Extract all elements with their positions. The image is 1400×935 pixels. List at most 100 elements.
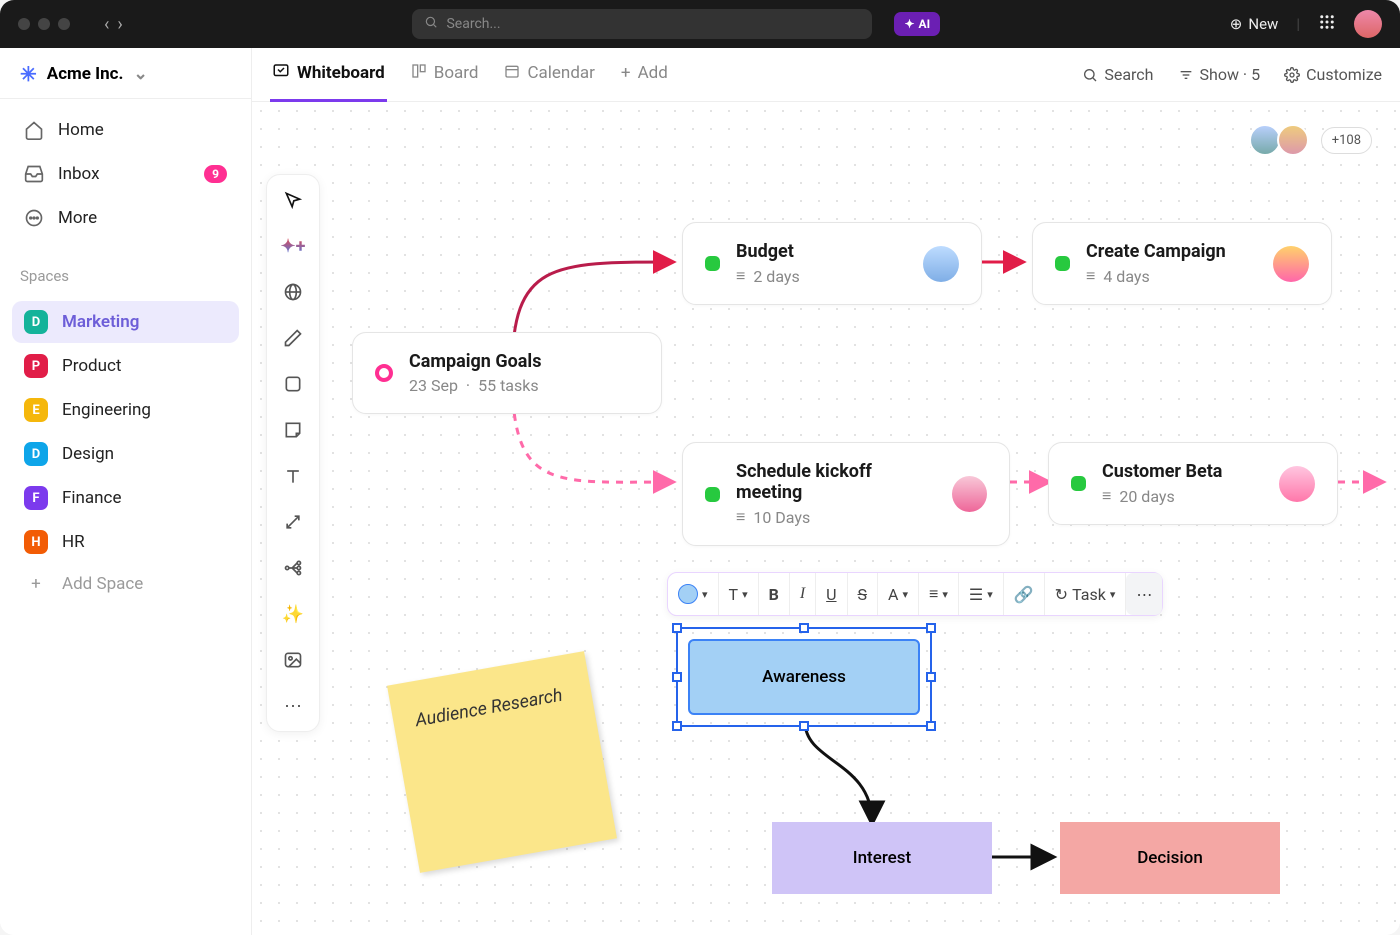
plus-icon: +: [621, 63, 631, 83]
canvas-search-button[interactable]: Search: [1082, 65, 1153, 84]
space-chip: D: [24, 442, 48, 466]
sync-icon: ↻: [1055, 585, 1068, 604]
traffic-min[interactable]: [38, 18, 50, 30]
card-campaign-goals[interactable]: Campaign Goals 23 Sep·55 tasks: [352, 332, 662, 414]
toolbar-more-button[interactable]: ⋯: [1126, 573, 1162, 615]
content-area: Whiteboard Board Calendar +Add Search Sh…: [252, 48, 1400, 935]
text-color-button[interactable]: A▾: [878, 573, 919, 615]
sticky-note[interactable]: Audience Research: [387, 651, 617, 873]
customize-button[interactable]: Customize: [1284, 65, 1382, 84]
assignee-avatar[interactable]: [952, 476, 987, 512]
tool-text[interactable]: [280, 463, 306, 489]
traffic-max[interactable]: [58, 18, 70, 30]
card-title: Customer Beta: [1102, 461, 1222, 482]
assignee-avatar[interactable]: [1273, 246, 1309, 282]
nav-inbox[interactable]: Inbox 9: [12, 153, 239, 195]
bold-button[interactable]: B: [759, 573, 790, 615]
titlebar: ‹ › Search... ✦ AI ⊕ New |: [0, 0, 1400, 48]
tool-magic[interactable]: ✨: [280, 601, 306, 627]
card-budget[interactable]: Budget ≡2 days: [682, 222, 982, 305]
more-icon: [24, 208, 44, 228]
ellipsis-icon: ⋯: [1136, 585, 1152, 604]
nav-home[interactable]: Home: [12, 109, 239, 151]
titlebar-right: ⊕ New |: [1230, 10, 1382, 38]
font-button[interactable]: T▾: [719, 573, 759, 615]
tool-mindmap[interactable]: [280, 555, 306, 581]
tool-more[interactable]: ⋯: [280, 693, 306, 719]
fill-swatch-icon: [678, 584, 698, 604]
show-filter-button[interactable]: Show · 5: [1178, 65, 1261, 84]
spaces-list: DMarketing PProduct EEngineering DDesign…: [0, 291, 251, 613]
traffic-close[interactable]: [18, 18, 30, 30]
nav-forward-button[interactable]: ›: [117, 14, 122, 35]
tab-add[interactable]: +Add: [619, 49, 670, 100]
search-placeholder: Search...: [446, 16, 500, 32]
tool-select[interactable]: [280, 187, 306, 213]
sticky-note-icon: [283, 420, 303, 440]
status-square-icon: [705, 487, 720, 502]
tab-whiteboard[interactable]: Whiteboard: [270, 48, 387, 102]
space-product[interactable]: PProduct: [12, 345, 239, 387]
link-button[interactable]: 🔗: [1004, 573, 1045, 615]
globe-icon: [283, 282, 303, 302]
space-chip: H: [24, 530, 48, 554]
space-design[interactable]: DDesign: [12, 433, 239, 475]
flow-decision[interactable]: Decision: [1060, 822, 1280, 894]
nav-back-button[interactable]: ‹: [104, 14, 109, 35]
tab-calendar[interactable]: Calendar: [502, 49, 596, 101]
space-hr[interactable]: HHR: [12, 521, 239, 563]
collaborator-avatar[interactable]: [1277, 124, 1309, 156]
space-engineering[interactable]: EEngineering: [12, 389, 239, 431]
card-title: Campaign Goals: [409, 351, 541, 372]
whiteboard-canvas[interactable]: +108 ✦+ ✨ ⋯: [252, 102, 1400, 935]
status-ring-icon: [375, 364, 393, 382]
global-search[interactable]: Search...: [412, 9, 872, 39]
tool-sticky[interactable]: [280, 417, 306, 443]
whiteboard-icon: [272, 62, 290, 85]
history-nav: ‹ ›: [104, 14, 123, 35]
tool-pen[interactable]: [280, 325, 306, 351]
card-create-campaign[interactable]: Create Campaign ≡4 days: [1032, 222, 1332, 305]
list-icon: ≡: [1102, 486, 1111, 506]
nav-more[interactable]: More: [12, 197, 239, 239]
tab-board[interactable]: Board: [409, 49, 481, 101]
collaborator-overflow[interactable]: +108: [1321, 127, 1372, 154]
new-button[interactable]: ⊕ New: [1230, 15, 1279, 33]
apps-grid-icon[interactable]: [1318, 13, 1336, 35]
cursor-icon: [283, 190, 303, 210]
workspace-switcher[interactable]: ✳ Acme Inc. ⌄: [0, 48, 251, 99]
italic-button[interactable]: I: [790, 573, 816, 615]
space-marketing[interactable]: DMarketing: [12, 301, 239, 343]
list-button[interactable]: ☰▾: [959, 573, 1004, 615]
tool-ai-generate[interactable]: ✦+: [280, 233, 306, 259]
space-finance[interactable]: FFinance: [12, 477, 239, 519]
card-meta: ≡2 days: [736, 266, 800, 286]
tool-web[interactable]: [280, 279, 306, 305]
search-icon: [424, 15, 438, 33]
card-customer-beta[interactable]: Customer Beta ≡20 days: [1048, 442, 1338, 525]
collaborator-avatar[interactable]: [1249, 124, 1281, 156]
strike-button[interactable]: S: [848, 573, 879, 615]
ellipsis-icon: ⋯: [284, 696, 302, 717]
assignee-avatar[interactable]: [1279, 466, 1315, 502]
ai-button[interactable]: ✦ AI: [894, 12, 940, 36]
flow-interest[interactable]: Interest: [772, 822, 992, 894]
mindmap-icon: [283, 558, 303, 578]
home-icon: [24, 120, 44, 140]
card-schedule-kickoff[interactable]: Schedule kickoff meeting ≡10 Days: [682, 442, 1010, 546]
fill-color-button[interactable]: ▾: [668, 573, 719, 615]
list-icon: ≡: [736, 266, 745, 286]
bullet-list-icon: ☰: [969, 585, 983, 604]
align-button[interactable]: ≡▾: [919, 573, 959, 615]
card-title: Schedule kickoff meeting: [736, 461, 936, 503]
add-space-button[interactable]: +Add Space: [12, 565, 239, 603]
assignee-avatar[interactable]: [923, 246, 959, 282]
flow-awareness[interactable]: Awareness: [688, 639, 920, 715]
space-chip: P: [24, 354, 48, 378]
tool-shape[interactable]: [280, 371, 306, 397]
underline-button[interactable]: U: [816, 573, 847, 615]
convert-task-button[interactable]: ↻Task▾: [1045, 573, 1127, 615]
user-avatar[interactable]: [1354, 10, 1382, 38]
tool-connector[interactable]: [280, 509, 306, 535]
tool-image[interactable]: [280, 647, 306, 673]
